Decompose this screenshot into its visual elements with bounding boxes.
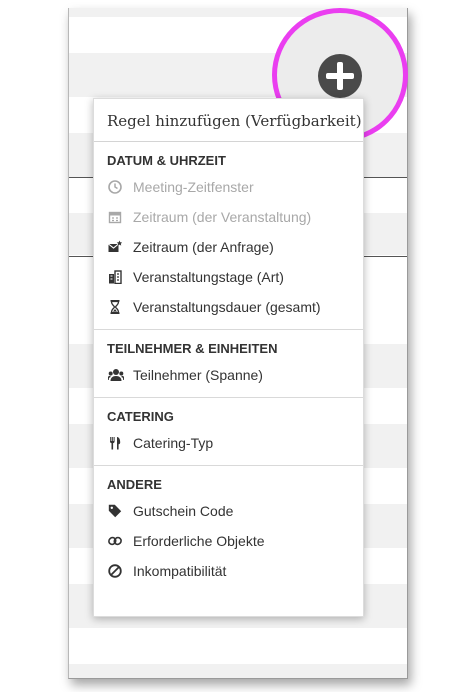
menu-item-veranstaltungsdauer-gesamt[interactable]: Veranstaltungsdauer (gesamt) [94,292,363,322]
menu-item-label: Zeitraum (der Anfrage) [133,239,274,255]
menu-item-catering-typ[interactable]: Catering-Typ [94,428,363,458]
menu-item-label: Erforderliche Objekte [133,533,265,549]
clock-icon [108,180,122,194]
menu-item-label: Inkompatibilität [133,563,227,579]
section-title: DATUM & UHRZEIT [107,153,226,168]
menu-item-label: Veranstaltungstage (Art) [133,269,284,285]
section-title: CATERING [107,409,174,424]
menu-item-erforderliche-objekte[interactable]: Erforderliche Objekte [94,526,363,556]
menu-item-veranstaltungstage-art[interactable]: Veranstaltungstage (Art) [94,262,363,292]
menu-header: Regel hinzufügen (Verfügbarkeit) [94,99,363,142]
tag-icon [108,504,122,518]
menu-item-label: Catering-Typ [133,435,214,451]
link-icon [108,534,122,548]
add-rule-button[interactable] [318,54,362,98]
section-title: TEILNEHMER & EINHEITEN [107,341,278,356]
users-icon [107,368,125,382]
menu-section: DATUM & UHRZEIT Meeting-Zeitfenster Zeitra… [94,142,363,330]
menu-item-label: Teilnehmer (Spanne) [133,367,263,383]
hourglass-icon [108,300,122,314]
background-row [69,664,407,678]
menu-item-meeting-zeitfenster: Meeting-Zeitfenster [94,172,363,202]
menu-item-gutschein-code[interactable]: Gutschein Code [94,496,363,526]
menu-section: TEILNEHMER & EINHEITEN Teilnehmer (Spanne… [94,330,363,398]
menu-item-label: Veranstaltungsdauer (gesamt) [133,299,321,315]
menu-item-zeitraum-der-veranstaltung: Zeitraum (der Veranstaltung) [94,202,363,232]
add-rule-menu: Regel hinzufügen (Verfügbarkeit) DATUM &… [93,98,364,617]
menu-item-zeitraum-der-anfrage[interactable]: Zeitraum (der Anfrage) [94,232,363,262]
menu-item-label: Gutschein Code [133,503,234,519]
ban-icon [108,564,122,578]
section-title: ANDERE [107,477,162,492]
menu-item-label: Meeting-Zeitfenster [133,179,254,195]
building-days-icon [108,270,122,285]
menu-section: ANDERE Gutschein Code Erforderliche Objekt… [94,466,363,593]
menu-item-teilnehmer-spanne[interactable]: Teilnehmer (Spanne) [94,360,363,390]
menu-item-inkompatibilität[interactable]: Inkompatibilität [94,556,363,586]
envelope-star-icon [108,240,123,254]
menu-item-label: Zeitraum (der Veranstaltung) [133,209,312,225]
cutlery-icon [108,436,122,450]
menu-section: CATERING Catering-Typ [94,398,363,466]
calendar-icon [108,210,122,224]
